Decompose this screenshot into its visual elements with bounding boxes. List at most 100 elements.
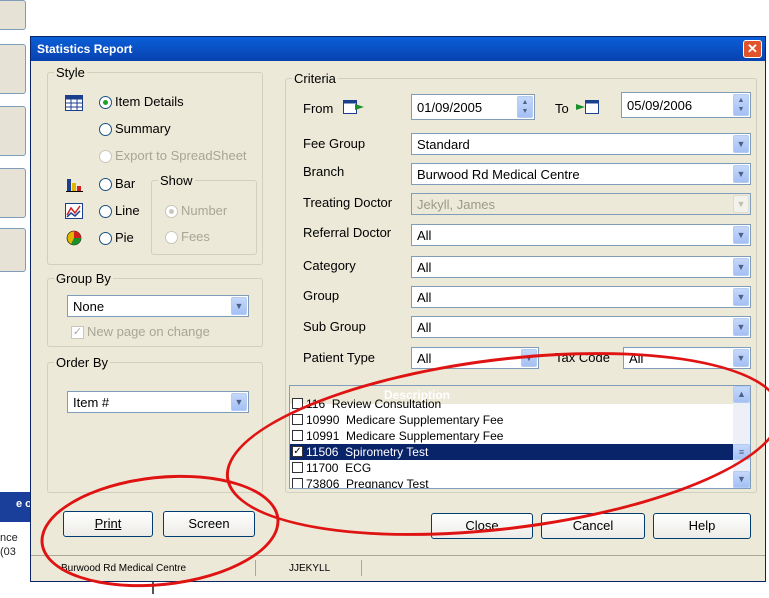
help-button[interactable]: Help <box>653 513 751 539</box>
spin-icon[interactable]: ▲ ▼ <box>517 96 533 118</box>
item-checkbox[interactable] <box>292 430 303 441</box>
to-label: To <box>555 101 569 116</box>
close-button[interactable]: Close <box>431 513 533 539</box>
item-checkbox[interactable] <box>292 462 303 473</box>
pie-label[interactable]: Pie <box>115 230 134 245</box>
bar-radio[interactable] <box>99 178 112 191</box>
list-item[interactable]: 116 Review Consultation <box>290 396 734 412</box>
category-select[interactable]: All ▼ <box>411 256 751 278</box>
referral-doctor-select[interactable]: All ▼ <box>411 224 751 246</box>
scroll-thumb[interactable]: ≡ <box>733 444 750 460</box>
chevron-down-icon[interactable]: ▼ <box>733 165 749 183</box>
calendar-arrow-icon[interactable] <box>343 99 365 115</box>
pie-radio[interactable] <box>99 232 112 245</box>
scroll-down-icon[interactable]: ▼ <box>733 471 750 488</box>
chevron-down-icon[interactable]: ▼ <box>733 349 749 367</box>
sub-group-label: Sub Group <box>303 319 366 334</box>
item-description: ECG <box>345 461 372 475</box>
patient-type-select[interactable]: All ▼ <box>411 347 539 369</box>
fee-group-value: Standard <box>417 137 470 152</box>
fee-group-select[interactable]: Standard ▼ <box>411 133 751 155</box>
table-icon <box>65 95 83 111</box>
bar-chart-icon <box>66 179 83 192</box>
group-by-value: None <box>73 299 105 314</box>
item-details-label[interactable]: Item Details <box>115 94 184 109</box>
list-item[interactable]: 10991 Medicare Supplementary Fee <box>290 428 734 444</box>
chevron-down-icon[interactable]: ▼ <box>733 226 749 244</box>
status-divider <box>255 560 256 576</box>
background-text: (03 <box>0 546 16 558</box>
referral-doctor-label: Referral Doctor <box>303 225 392 240</box>
summary-label[interactable]: Summary <box>115 121 171 136</box>
item-list[interactable]: Description 116 Review Consultation 1099… <box>289 385 751 489</box>
calendar-arrow-icon[interactable] <box>575 99 599 115</box>
order-by-value: Item # <box>73 395 110 410</box>
statistics-report-dialog: Statistics Report ✕ Style Item Details S… <box>30 36 766 582</box>
chevron-down-icon[interactable]: ▼ <box>231 393 247 411</box>
group-label: Group <box>303 288 340 303</box>
item-description: Spirometry Test <box>345 445 429 459</box>
order-by-group: Order By <box>47 355 263 493</box>
show-fees-label[interactable]: Fees <box>181 229 210 244</box>
background-tile <box>0 0 26 30</box>
tax-code-select[interactable]: All ▼ <box>623 347 751 369</box>
chevron-down-icon[interactable]: ▼ <box>521 349 537 367</box>
list-item[interactable]: ✓ 11506 Spirometry Test <box>290 444 734 460</box>
print-button[interactable]: Print <box>63 511 153 537</box>
bar-label[interactable]: Bar <box>115 176 135 191</box>
line-chart-icon <box>65 203 83 219</box>
line-radio[interactable] <box>99 205 112 218</box>
group-by-legend: Group By <box>56 271 111 286</box>
item-description: Medicare Supplementary Fee <box>346 413 504 427</box>
branch-label: Branch <box>303 164 345 179</box>
item-checkbox[interactable] <box>292 478 303 488</box>
to-date-value: 05/09/2006 <box>627 98 693 113</box>
close-icon[interactable]: ✕ <box>743 40 762 58</box>
treating-doctor-select[interactable]: Jekyll, James ▼ <box>411 193 751 215</box>
summary-radio[interactable] <box>99 123 112 136</box>
export-spreadsheet-label[interactable]: Export to SpreadSheet <box>115 148 247 163</box>
fee-group-label: Fee Group <box>303 136 366 151</box>
item-details-radio[interactable] <box>99 96 112 109</box>
chevron-down-icon[interactable]: ▼ <box>733 318 749 336</box>
item-checkbox[interactable] <box>292 398 303 409</box>
group-value: All <box>417 290 432 305</box>
show-number-label[interactable]: Number <box>181 203 227 218</box>
item-checkbox[interactable]: ✓ <box>292 446 303 457</box>
criteria-legend: Criteria <box>294 71 336 86</box>
export-spreadsheet-radio[interactable] <box>99 150 112 163</box>
spin-icon[interactable]: ▲ ▼ <box>733 94 749 116</box>
group-select[interactable]: All ▼ <box>411 286 751 308</box>
order-by-select[interactable]: Item # ▼ <box>67 391 249 413</box>
pie-chart-icon <box>66 230 82 246</box>
item-description: Review Consultation <box>331 397 442 411</box>
new-page-label[interactable]: New page on change <box>87 324 210 339</box>
show-fees-radio[interactable] <box>165 231 178 244</box>
chevron-down-icon[interactable]: ▼ <box>733 288 749 306</box>
chevron-down-icon[interactable]: ▼ <box>733 195 749 213</box>
category-label: Category <box>303 258 356 273</box>
show-number-radio[interactable] <box>165 205 178 218</box>
new-page-checkbox[interactable]: ✓ <box>71 326 84 339</box>
chevron-down-icon[interactable]: ▼ <box>231 297 247 315</box>
item-checkbox[interactable] <box>292 414 303 425</box>
screen-button[interactable]: Screen <box>163 511 255 537</box>
cancel-button[interactable]: Cancel <box>541 513 645 539</box>
list-item[interactable]: 73806 Pregnancy Test <box>290 476 734 488</box>
list-item[interactable]: 11700 ECG <box>290 460 734 476</box>
list-item[interactable]: 10990 Medicare Supplementary Fee <box>290 412 734 428</box>
treating-doctor-value: Jekyll, James <box>417 197 496 212</box>
chevron-down-icon[interactable]: ▼ <box>733 135 749 153</box>
treating-doctor-label: Treating Doctor <box>303 195 393 210</box>
group-by-select[interactable]: None ▼ <box>67 295 249 317</box>
sub-group-select[interactable]: All ▼ <box>411 316 751 338</box>
to-date-input[interactable]: 05/09/2006 ▲ ▼ <box>621 92 751 118</box>
chevron-down-icon[interactable]: ▼ <box>733 258 749 276</box>
from-date-input[interactable]: 01/09/2005 ▲ ▼ <box>411 94 535 120</box>
line-label[interactable]: Line <box>115 203 140 218</box>
dialog-title: Statistics Report <box>31 37 765 61</box>
list-scrollbar[interactable]: ▲ ≡ ▼ <box>733 386 750 488</box>
tax-code-label: Tax Code <box>555 350 610 365</box>
branch-select[interactable]: Burwood Rd Medical Centre ▼ <box>411 163 751 185</box>
scroll-up-icon[interactable]: ▲ <box>733 386 750 403</box>
